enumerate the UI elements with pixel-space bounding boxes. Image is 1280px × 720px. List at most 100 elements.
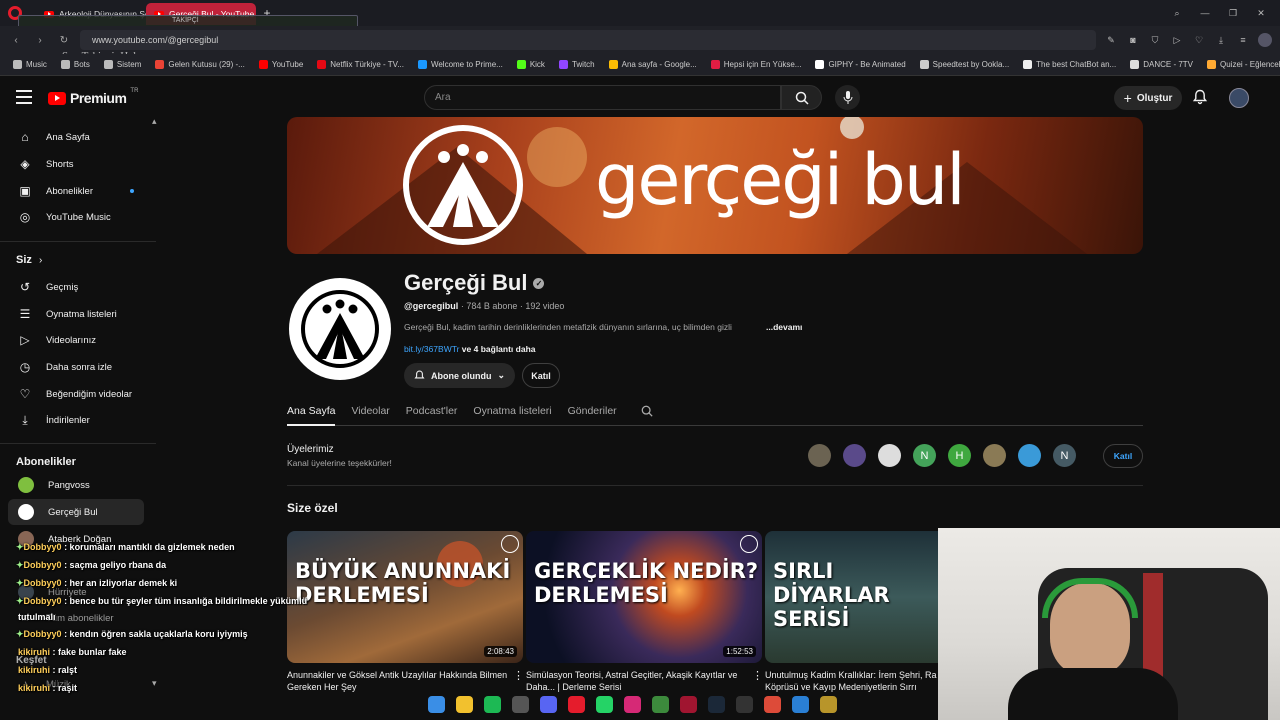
bookmark-item[interactable]: Sistem [97, 60, 148, 69]
taskbar-whatsapp-icon[interactable] [596, 695, 613, 713]
bookmark-item[interactable]: Speedtest by Ookla... [913, 60, 1017, 69]
hamburger-menu-icon[interactable] [16, 90, 32, 104]
sidebar-item-home[interactable]: ⌂ Ana Sayfa [8, 124, 144, 150]
bookmark-item[interactable]: Bots [54, 60, 97, 69]
bookmark-item[interactable]: Netflix Türkiye - TV... [310, 60, 411, 69]
sidebar-item-youtube-music[interactable]: ◎ YouTube Music [8, 204, 144, 230]
channel-link[interactable]: bit.ly/367BWTr [404, 344, 459, 354]
sidebar-item-liked[interactable]: ♡ Beğendiğim videolar [8, 381, 144, 407]
menu-icon[interactable]: ≡ [1236, 33, 1250, 47]
taskbar-discord-icon[interactable] [540, 695, 557, 713]
shield-icon[interactable]: ⛉ [1148, 33, 1162, 47]
taskbar-app-blue-icon[interactable] [792, 695, 809, 713]
member-avatar[interactable]: H [948, 444, 971, 467]
bookmark-item[interactable]: Ana sayfa - Google... [602, 60, 704, 69]
camera-icon[interactable]: ◙ [1126, 33, 1140, 47]
bookmark-item[interactable]: GIPHY - Be Animated [808, 60, 912, 69]
member-avatar[interactable]: N [913, 444, 936, 467]
minimize-icon[interactable]: — [1198, 6, 1212, 20]
search-input[interactable]: Ara [424, 85, 781, 110]
bookmark-item[interactable]: YouTube [252, 60, 310, 69]
sidebar-item-history[interactable]: ↺ Geçmiş [8, 274, 144, 300]
bookmark-item[interactable]: Gelen Kutusu (29) -... [148, 60, 251, 69]
bookmark-item[interactable]: Music [6, 60, 54, 69]
voice-search-button[interactable] [835, 85, 860, 110]
bookmark-item[interactable]: Quizei - Eğlenceli ve... [1200, 60, 1280, 69]
member-avatar[interactable] [983, 444, 1006, 467]
heart-icon[interactable]: ♡ [1192, 33, 1206, 47]
sidebar-item-subscriptions[interactable]: ▣ Abonelikler [8, 178, 144, 204]
bookmark-item[interactable]: Hepsi için En Yükse... [704, 60, 809, 69]
taskbar-opera-icon[interactable] [568, 695, 585, 713]
edit-icon[interactable]: ✎ [1104, 33, 1118, 47]
sidebar-scroll-up-icon[interactable]: ▴ [152, 116, 157, 127]
forward-icon[interactable]: › [32, 32, 48, 48]
back-icon[interactable]: ‹ [8, 32, 24, 48]
taskbar-steam-icon[interactable] [708, 695, 725, 713]
channel-avatar-large[interactable] [289, 278, 391, 380]
member-avatar[interactable] [878, 444, 901, 467]
tab-playlists[interactable]: Oynatma listeleri [473, 400, 551, 426]
taskbar-chrome-icon[interactable] [764, 695, 781, 713]
bookmark-item[interactable]: Welcome to Prime... [411, 60, 510, 69]
bookmark-item[interactable]: The best ChatBot an... [1016, 60, 1123, 69]
bookmark-item[interactable]: Kick [510, 60, 552, 69]
taskbar-windows-start-icon[interactable] [428, 695, 445, 713]
tab-videos[interactable]: Videolar [351, 400, 389, 426]
description-more-link[interactable]: ...devamı [766, 322, 802, 332]
taskbar-obs-icon[interactable] [512, 695, 529, 713]
sidebar-sub-pangvoss[interactable]: Pangvoss [8, 472, 144, 498]
create-button[interactable]: + Oluştur [1114, 86, 1182, 110]
video-title[interactable]: Simülasyon Teorisi, Astral Geçitler, Aka… [526, 669, 756, 693]
channel-description[interactable]: Gerçeği Bul, kadim tarihin derinliklerin… [404, 322, 804, 332]
video-title[interactable]: Unutulmuş Kadim Krallıklar: İrem Şehri, … [765, 669, 938, 693]
reload-icon[interactable]: ↻ [56, 32, 72, 48]
video-thumbnail[interactable]: GERÇEKLİK NEDİR? DERLEMESİ 1:52:53 [526, 531, 762, 663]
bookmark-item[interactable]: Twitch [552, 60, 602, 69]
more-options-icon[interactable]: ⋮ [752, 669, 763, 682]
sidebar-item-your-videos[interactable]: ▷ Videolarınız [8, 327, 144, 353]
member-avatar[interactable] [843, 444, 866, 467]
sidebar-sub-gercegi-bul[interactable]: Gerçeği Bul [8, 499, 144, 525]
sidebar-scroll-down-icon[interactable]: ▾ [152, 678, 157, 689]
bookmark-item[interactable]: DANCE - 7TV [1123, 60, 1200, 69]
member-avatar[interactable] [1018, 444, 1041, 467]
tab-posts[interactable]: Gönderiler [568, 400, 617, 426]
member-avatar[interactable] [808, 444, 831, 467]
close-window-icon[interactable]: ✕ [1254, 6, 1268, 20]
video-thumbnail[interactable]: SIRLI DİYARLAR SERİSİ [765, 531, 939, 663]
download-icon[interactable]: ⤓ [1214, 33, 1228, 47]
taskbar-epic-icon[interactable] [736, 695, 753, 713]
taskbar-notepad-icon[interactable] [652, 695, 669, 713]
subscribed-button[interactable]: Abone olundu ⌄ [404, 363, 515, 388]
notifications-bell-icon[interactable] [1192, 89, 1208, 105]
profile-avatar[interactable] [1258, 33, 1272, 47]
taskbar-spotify-icon[interactable] [484, 695, 501, 713]
tab-podcasts[interactable]: Podcast'ler [406, 400, 458, 426]
youtube-premium-logo[interactable]: Premium TR [48, 88, 138, 106]
sidebar-item-watch-later[interactable]: ◷ Daha sonra izle [8, 354, 144, 380]
channel-search-icon[interactable] [641, 400, 653, 426]
taskbar-file-explorer-icon[interactable] [456, 695, 473, 713]
play-icon[interactable]: ▷ [1170, 33, 1184, 47]
maximize-icon[interactable]: ❐ [1226, 6, 1240, 20]
members-join-button[interactable]: Katıl [1103, 444, 1143, 468]
video-title[interactable]: Anunnakiler ve Göksel Antik Uzaylılar Ha… [287, 669, 517, 693]
member-avatar[interactable]: N [1053, 444, 1076, 467]
taskbar-app-red-icon[interactable] [680, 695, 697, 713]
taskbar-app-gold-icon[interactable] [820, 695, 837, 713]
sidebar-item-shorts[interactable]: ◈ Shorts [8, 151, 144, 177]
join-button[interactable]: Katıl [522, 363, 560, 388]
more-options-icon[interactable]: ⋮ [513, 669, 524, 682]
sidebar-item-playlists[interactable]: ☰ Oynatma listeleri [8, 301, 144, 327]
video-thumbnail[interactable]: BÜYÜK ANUNNAKİ DERLEMESİ 2:08:43 [287, 531, 523, 663]
sidebar-section-you[interactable]: Siz › [16, 254, 42, 266]
more-links[interactable]: ve 4 bağlantı daha [462, 344, 536, 354]
account-avatar[interactable] [1229, 88, 1249, 108]
search-button[interactable] [781, 85, 822, 110]
tab-home[interactable]: Ana Sayfa [287, 400, 336, 426]
taskbar-instagram-icon[interactable] [624, 695, 641, 713]
search-tabs-icon[interactable]: ⌕ [1170, 6, 1184, 20]
sidebar-item-downloads[interactable]: ⤓ İndirilenler [8, 407, 144, 433]
url-field[interactable]: www.youtube.com/@gercegibul [80, 30, 1096, 50]
